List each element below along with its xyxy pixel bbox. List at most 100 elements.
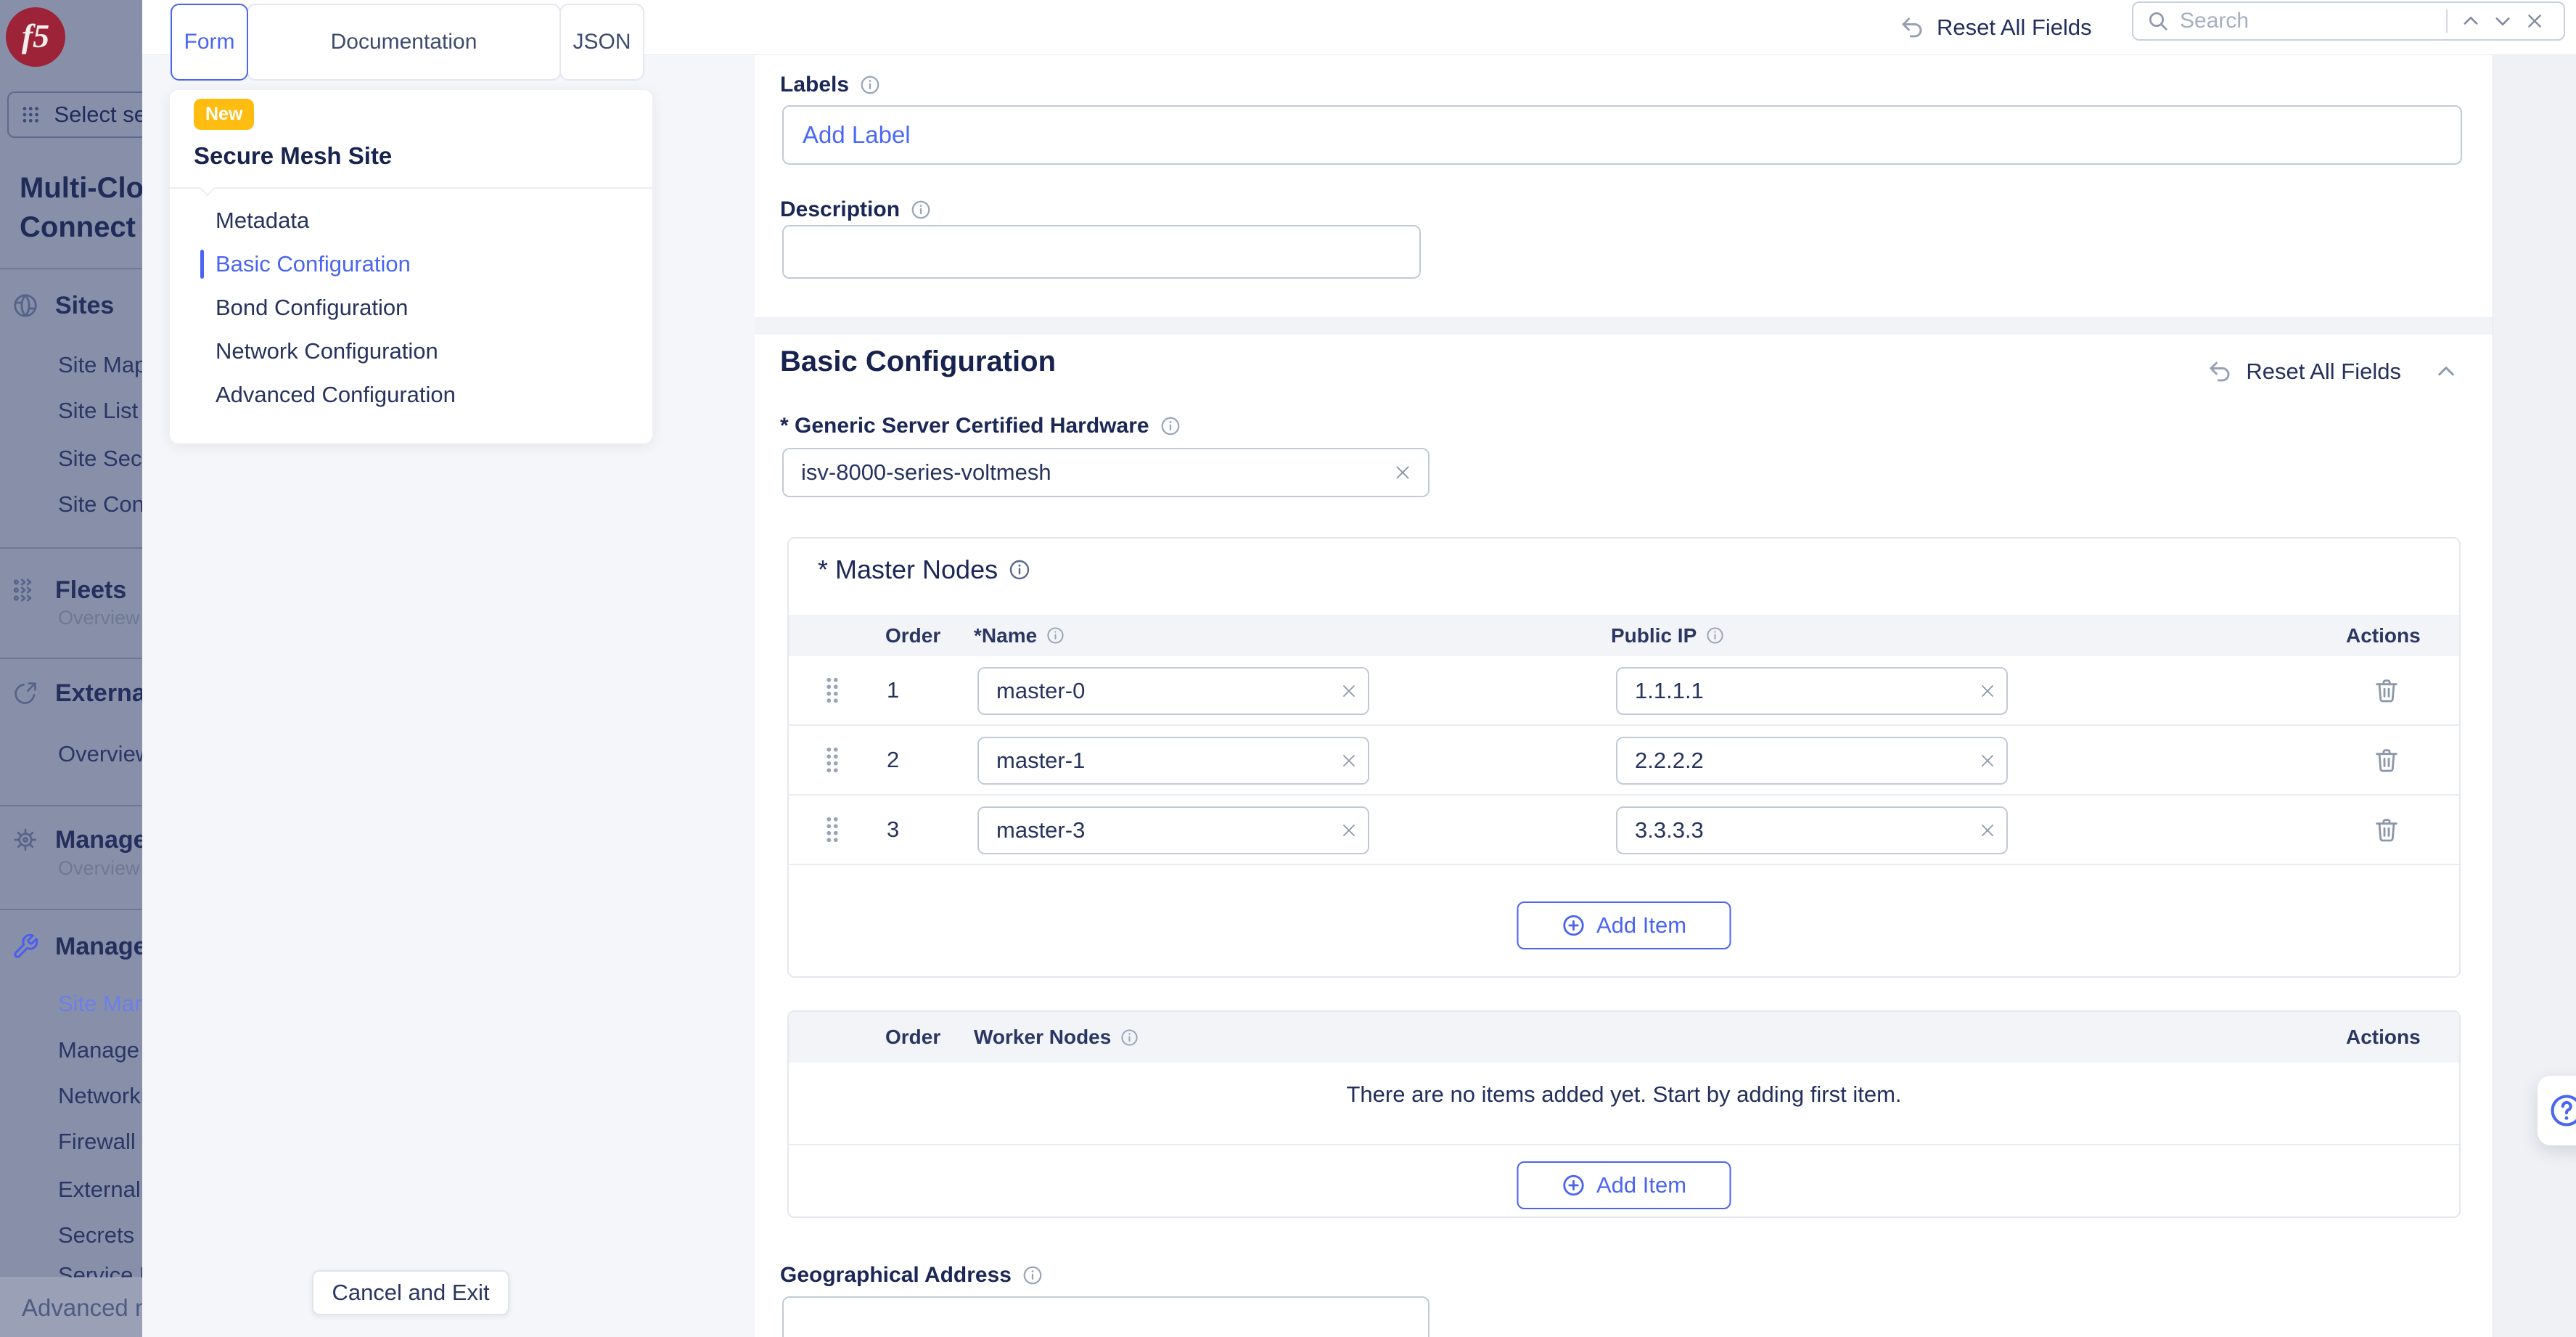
sidebar-item-manage-keys[interactable]: Manage K <box>0 1034 142 1066</box>
col-actions: Actions <box>2346 1026 2421 1049</box>
f5-logo[interactable]: f5 <box>6 7 65 67</box>
name-field-wrap <box>977 806 1369 854</box>
add-master-node-button[interactable]: Add Item <box>1517 901 1731 949</box>
cancel-and-exit-button[interactable]: Cancel and Exit <box>312 1270 509 1315</box>
info-icon[interactable] <box>910 199 932 221</box>
help-button[interactable] <box>2538 1076 2576 1145</box>
sidebar-item-site-list[interactable]: Site List <box>0 395 142 427</box>
tab-documentation[interactable]: Documentation <box>247 4 561 81</box>
new-badge: New <box>194 99 254 130</box>
info-icon[interactable] <box>1160 415 1181 437</box>
delete-row-button[interactable] <box>2372 745 2401 774</box>
info-icon[interactable] <box>859 74 881 96</box>
hardware-input[interactable] <box>782 448 1429 497</box>
step-advanced-configuration[interactable]: Advanced Configuration <box>170 373 652 417</box>
tab-json[interactable]: JSON <box>559 4 644 81</box>
service-title: Multi-Clou Connect <box>20 168 142 247</box>
geo-address-input[interactable] <box>782 1296 1429 1337</box>
info-icon[interactable] <box>1008 558 1031 581</box>
step-network-configuration[interactable]: Network Configuration <box>170 330 652 373</box>
globe-icon <box>12 292 39 319</box>
clear-field-button[interactable] <box>1340 752 1358 769</box>
public-ip-input[interactable] <box>1616 737 2008 785</box>
delete-row-button[interactable] <box>2372 676 2401 705</box>
tab-form[interactable]: Form <box>171 4 248 81</box>
add-worker-node-button[interactable]: Add Item <box>1517 1161 1731 1209</box>
sidebar-item-networking[interactable]: Networkin <box>0 1080 142 1112</box>
drag-handle-icon[interactable] <box>824 816 841 843</box>
sidebar-item-site-map[interactable]: Site Map <box>0 349 142 381</box>
advanced-nav-toggle[interactable]: Advanced nav op <box>0 1277 142 1337</box>
add-label-link[interactable]: Add Label <box>803 121 911 149</box>
drag-handle-icon[interactable] <box>824 746 841 774</box>
wrench-icon <box>12 933 39 960</box>
step-basic-configuration[interactable]: Basic Configuration <box>170 242 652 286</box>
col-order: Order <box>885 1026 940 1049</box>
sidebar-item-firewall[interactable]: Firewall <box>0 1126 142 1158</box>
sidebar-item-site-management[interactable]: Site Mana <box>0 988 142 1020</box>
sidebar-section-external[interactable]: External <box>0 677 142 709</box>
sidebar-section-managed[interactable]: Managed <box>0 824 142 856</box>
info-icon[interactable] <box>1046 626 1065 645</box>
section-reset-row: Reset All Fields <box>2207 359 2458 385</box>
step-metadata[interactable]: Metadata <box>170 199 652 242</box>
section-reset-label[interactable]: Reset All Fields <box>2246 359 2401 385</box>
app-window: Form Documentation JSON Reset All Fields <box>0 0 2576 1337</box>
node-name-input[interactable] <box>977 806 1369 854</box>
reset-all-fields-label: Reset All Fields <box>1937 15 2092 41</box>
drag-handle-icon[interactable] <box>824 676 841 704</box>
public-ip-input[interactable] <box>1616 806 2008 854</box>
info-icon[interactable] <box>1120 1028 1139 1047</box>
search-next-button[interactable] <box>2487 5 2519 37</box>
node-name-input[interactable] <box>977 667 1369 715</box>
clear-field-button[interactable] <box>1979 822 1996 839</box>
service-title-line2: Connect <box>20 208 142 247</box>
select-service-dropdown[interactable]: Select se <box>7 91 142 138</box>
sidebar-sub-managed-overview[interactable]: Overview <box>0 855 142 881</box>
clear-x-icon <box>1340 682 1358 700</box>
view-tabs: Form Documentation JSON <box>172 4 644 81</box>
step-bond-configuration[interactable]: Bond Configuration <box>170 286 652 330</box>
sidebar-section-fleets[interactable]: Fleets <box>0 574 142 606</box>
undo-icon <box>2207 359 2233 385</box>
chevron-up-icon <box>2435 360 2458 383</box>
sidebar-item-site-connectivity[interactable]: Site Conn <box>0 488 142 520</box>
clear-field-button[interactable] <box>1340 822 1358 839</box>
sidebar-item-secrets[interactable]: Secrets <box>0 1219 142 1251</box>
clear-field-button[interactable] <box>1340 682 1358 700</box>
order-number: 2 <box>887 747 899 773</box>
sidebar-sub-label: Overview <box>58 607 140 629</box>
reset-all-fields-button[interactable]: Reset All Fields <box>1899 0 2092 55</box>
delete-row-button[interactable] <box>2372 815 2401 844</box>
sidebar-sub-fleets-overview[interactable]: Overview <box>0 605 142 631</box>
public-ip-input[interactable] <box>1616 667 2008 715</box>
clear-field-button[interactable] <box>1393 463 1412 482</box>
info-icon[interactable] <box>1022 1264 1043 1286</box>
sidebar-divider <box>0 805 142 806</box>
col-worker-nodes: Worker Nodes <box>974 1026 1139 1049</box>
node-name-input[interactable] <box>977 737 1369 785</box>
sidebar-item-external-overview[interactable]: Overview <box>0 738 142 770</box>
step-label: Bond Configuration <box>216 295 408 321</box>
info-icon[interactable] <box>1705 626 1725 645</box>
clear-field-button[interactable] <box>1979 682 1996 700</box>
sidebar-item-external-services[interactable]: External S <box>0 1174 142 1206</box>
public-ip-field-wrap <box>1616 737 2008 785</box>
helm-wheel-icon <box>12 826 39 854</box>
sidebar-section-manage[interactable]: Manage <box>0 931 142 962</box>
clear-field-button[interactable] <box>1979 752 1996 769</box>
labels-input[interactable]: Add Label <box>782 105 2462 165</box>
description-input[interactable] <box>782 225 1421 279</box>
search-close-button[interactable] <box>2519 5 2551 37</box>
sidebar-item-site-security[interactable]: Site Secur <box>0 443 142 475</box>
sidebar-section-sites[interactable]: Sites <box>0 290 142 322</box>
search-input[interactable] <box>2180 9 2442 33</box>
col-order: Order <box>885 624 940 647</box>
search-prev-button[interactable] <box>2455 5 2487 37</box>
trash-icon <box>2372 745 2401 774</box>
sidebar-item-label: Overview <box>58 741 142 767</box>
clear-x-icon <box>1979 752 1996 769</box>
sidebar-item-label: Manage K <box>58 1037 142 1063</box>
collapse-section-button[interactable] <box>2435 360 2458 383</box>
search-box <box>2132 1 2565 41</box>
